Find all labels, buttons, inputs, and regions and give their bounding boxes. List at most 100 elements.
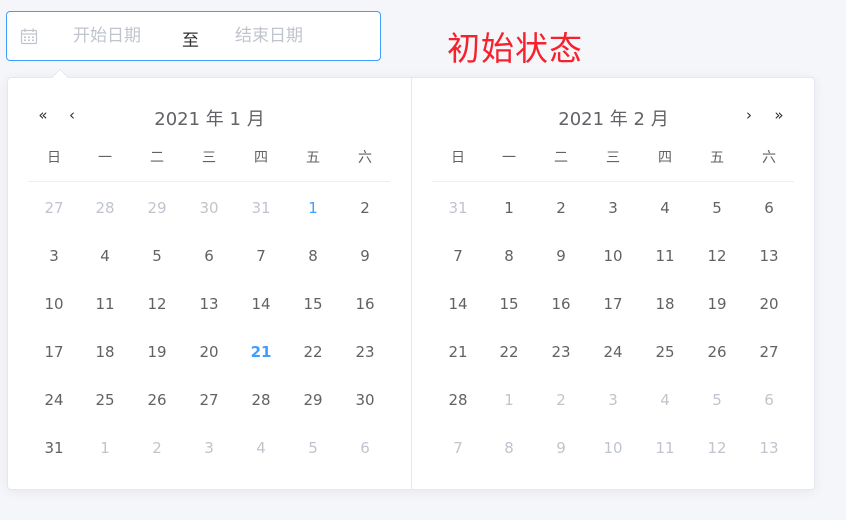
date-cell[interactable]: 28 — [438, 385, 478, 415]
date-cell[interactable]: 30 — [189, 193, 229, 223]
date-cell[interactable]: 10 — [593, 433, 633, 463]
date-cell[interactable]: 29 — [137, 193, 177, 223]
date-cell[interactable]: 23 — [345, 337, 385, 367]
date-cell[interactable]: 2 — [137, 433, 177, 463]
date-cell[interactable]: 17 — [593, 289, 633, 319]
date-cell[interactable]: 21 — [438, 337, 478, 367]
date-cell[interactable]: 5 — [137, 241, 177, 271]
weekday-label: 二 — [554, 150, 568, 166]
date-cell[interactable]: 30 — [345, 385, 385, 415]
date-cell[interactable]: 26 — [137, 385, 177, 415]
date-cell[interactable]: 19 — [137, 337, 177, 367]
date-cell[interactable]: 1 — [489, 193, 529, 223]
date-cell[interactable]: 1 — [489, 385, 529, 415]
date-cell[interactable]: 9 — [345, 241, 385, 271]
end-date-input[interactable] — [235, 25, 335, 47]
date-cell[interactable]: 15 — [489, 289, 529, 319]
date-cell[interactable]: 5 — [293, 433, 333, 463]
weekday-label: 日 — [451, 150, 465, 166]
status-note: 初始状态 — [447, 29, 583, 68]
date-cell[interactable]: 2 — [345, 193, 385, 223]
date-cell[interactable]: 20 — [189, 337, 229, 367]
date-cell[interactable]: 13 — [749, 241, 789, 271]
date-cell[interactable]: 11 — [645, 433, 685, 463]
date-cell[interactable]: 20 — [749, 289, 789, 319]
date-cell[interactable]: 3 — [189, 433, 229, 463]
weekday-label: 五 — [306, 150, 320, 166]
weekday-label: 四 — [254, 150, 268, 166]
date-cell[interactable]: 31 — [34, 433, 74, 463]
date-cell[interactable]: 12 — [697, 241, 737, 271]
right-date-grid: 31 1 2 3 4 5 6 7 8 9 10 11 12 13 14 15 16 17 18 19 20 21 22 23 2… — [432, 194, 794, 482]
date-cell[interactable]: 14 — [241, 289, 281, 319]
date-cell[interactable]: 28 — [85, 193, 125, 223]
date-cell[interactable]: 31 — [241, 193, 281, 223]
date-cell[interactable]: 2 — [541, 385, 581, 415]
date-cell[interactable]: 1 — [85, 433, 125, 463]
date-picker-panel: « ‹ 2021 年 1 月 日一二三四五六 27 28 29 30 31 1 2 3 4 5 6 7… — [7, 68, 815, 490]
date-cell[interactable]: 3 — [593, 193, 633, 223]
left-month-panel: « ‹ 2021 年 1 月 日一二三四五六 27 28 29 30 31 1 2 3 4 5 6 7… — [8, 78, 411, 489]
date-cell[interactable]: 28 — [241, 385, 281, 415]
date-cell[interactable]: 13 — [749, 433, 789, 463]
date-cell[interactable]: 6 — [749, 193, 789, 223]
date-cell[interactable]: 15 — [293, 289, 333, 319]
date-cell[interactable]: 26 — [697, 337, 737, 367]
date-cell[interactable]: 10 — [34, 289, 74, 319]
date-cell[interactable]: 22 — [489, 337, 529, 367]
date-cell[interactable]: 22 — [293, 337, 333, 367]
date-range-input[interactable]: 至 — [6, 11, 381, 61]
start-date-input[interactable] — [73, 25, 163, 47]
date-cell[interactable]: 11 — [85, 289, 125, 319]
date-cell[interactable]: 18 — [85, 337, 125, 367]
date-cell[interactable]: 4 — [241, 433, 281, 463]
date-cell[interactable]: 8 — [489, 241, 529, 271]
date-cell[interactable]: 24 — [593, 337, 633, 367]
date-cell[interactable]: 19 — [697, 289, 737, 319]
date-cell[interactable]: 5 — [697, 193, 737, 223]
date-cell[interactable]: 16 — [541, 289, 581, 319]
date-cell[interactable]: 23 — [541, 337, 581, 367]
left-header-divider — [28, 181, 390, 182]
date-cell[interactable]: 14 — [438, 289, 478, 319]
date-cell[interactable]: 3 — [34, 241, 74, 271]
date-cell[interactable]: 6 — [345, 433, 385, 463]
date-cell[interactable]: 27 — [749, 337, 789, 367]
date-cell[interactable]: 16 — [345, 289, 385, 319]
date-cell[interactable]: 7 — [438, 241, 478, 271]
weekday-label: 三 — [606, 150, 620, 166]
date-cell[interactable]: 12 — [697, 433, 737, 463]
date-cell[interactable]: 10 — [593, 241, 633, 271]
date-cell[interactable]: 25 — [85, 385, 125, 415]
date-cell[interactable]: 6 — [749, 385, 789, 415]
date-cell[interactable]: 31 — [438, 193, 478, 223]
date-cell[interactable]: 8 — [489, 433, 529, 463]
date-cell[interactable]: 13 — [189, 289, 229, 319]
date-cell[interactable]: 29 — [293, 385, 333, 415]
date-cell[interactable]: 24 — [34, 385, 74, 415]
date-cell[interactable]: 3 — [593, 385, 633, 415]
date-cell[interactable]: 12 — [137, 289, 177, 319]
date-cell[interactable]: 17 — [34, 337, 74, 367]
date-cell[interactable]: 6 — [189, 241, 229, 271]
right-header-divider — [432, 181, 794, 182]
date-cell[interactable]: 1 — [293, 193, 333, 223]
date-cell[interactable]: 27 — [189, 385, 229, 415]
date-cell[interactable]: 4 — [645, 193, 685, 223]
date-cell[interactable]: 7 — [241, 241, 281, 271]
date-cell[interactable]: 7 — [438, 433, 478, 463]
date-cell[interactable]: 9 — [541, 241, 581, 271]
date-cell[interactable]: 2 — [541, 193, 581, 223]
date-cell[interactable]: 9 — [541, 433, 581, 463]
date-cell[interactable]: 5 — [697, 385, 737, 415]
date-cell[interactable]: 4 — [645, 385, 685, 415]
date-cell[interactable]: 8 — [293, 241, 333, 271]
date-cell[interactable]: 27 — [34, 193, 74, 223]
date-cell[interactable]: 18 — [645, 289, 685, 319]
date-cell[interactable]: 21 — [241, 337, 281, 367]
weekday-label: 二 — [150, 150, 164, 166]
date-cell[interactable]: 11 — [645, 241, 685, 271]
date-cell[interactable]: 25 — [645, 337, 685, 367]
date-cell[interactable]: 4 — [85, 241, 125, 271]
left-date-grid: 27 28 29 30 31 1 2 3 4 5 6 7 8 9 10 11 12 13 14 15 16 17 18 19 2… — [28, 194, 390, 482]
